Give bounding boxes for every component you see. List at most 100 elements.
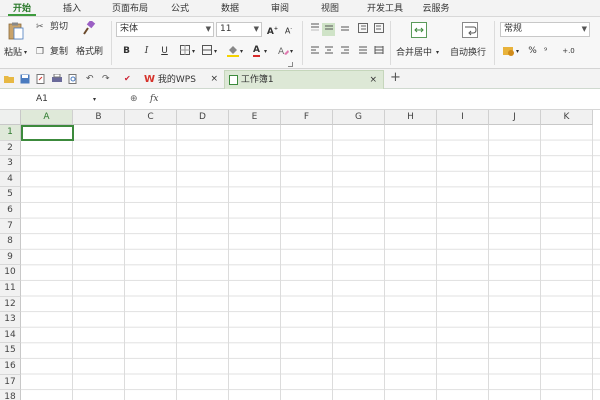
fill-color-button[interactable] [226,45,239,58]
number-format-select[interactable]: 常规 ▼ [500,22,590,37]
format-painter-brush[interactable] [82,19,98,37]
font-name-select[interactable]: 宋体 ▼ [116,22,214,37]
column-header-k[interactable]: K [541,110,593,125]
align-top-button[interactable] [308,23,321,36]
menu-tab-data[interactable]: 数据 [216,2,244,16]
column-header-j[interactable]: J [489,110,541,125]
menu-tab-page-layout[interactable]: 页面布局 [104,2,156,16]
row-header-7[interactable]: 7 [0,218,21,235]
merge-center-button[interactable]: 合并居中 ▾ [394,20,446,66]
increase-indent-button[interactable] [372,23,385,36]
save-icon[interactable] [20,74,30,84]
column-header-e[interactable]: E [229,110,281,125]
row-header-8[interactable]: 8 [0,234,21,250]
decrease-indent-button[interactable] [356,23,369,36]
menu-tab-formula[interactable]: 公式 [166,2,194,16]
percent-button[interactable]: % [526,45,539,58]
menu-tab-view[interactable]: 视图 [316,2,344,16]
align-bottom-button[interactable] [338,23,351,36]
paste-dropdown-icon[interactable]: ▾ [24,47,27,59]
chevron-down-icon[interactable]: ▾ [214,46,217,58]
justify-button[interactable] [356,45,369,58]
column-header-c[interactable]: C [125,110,177,125]
chevron-down-icon[interactable]: ▾ [192,46,195,58]
customize-quick-access-icon[interactable]: ✔ [124,73,131,85]
tab-close-icon[interactable]: × [210,70,218,89]
chevron-down-icon[interactable]: ▾ [264,46,267,58]
font-group-launcher[interactable] [288,62,293,67]
column-header-g[interactable]: G [333,110,385,125]
currency-button[interactable] [502,45,515,58]
new-tab-button[interactable]: + [390,71,401,84]
align-right-button[interactable] [338,45,351,58]
align-left-button[interactable] [308,45,321,58]
open-folder-icon[interactable] [4,74,14,84]
align-center-button[interactable] [322,45,335,58]
row-header-1[interactable]: 1 [0,125,21,141]
cell-area[interactable] [21,125,600,400]
menu-tab-review[interactable]: 审阅 [266,2,294,16]
row-header-18[interactable]: 18 [0,390,21,400]
fx-icon[interactable]: fx [150,93,158,105]
italic-button[interactable]: I [140,45,153,58]
row-header-6[interactable]: 6 [0,203,21,219]
border-button[interactable] [178,45,191,58]
wrap-text-button[interactable]: 自动换行 [448,20,492,66]
column-header-d[interactable]: D [177,110,229,125]
column-header-a[interactable]: A [21,110,73,125]
menu-tab-cloud[interactable]: 云服务 [418,2,454,16]
column-header-i[interactable]: I [437,110,489,125]
select-all-corner[interactable] [0,110,21,125]
row-header-11[interactable]: 11 [0,281,21,297]
thousands-separator-icon[interactable]: ⁹ [544,45,547,57]
row-header-16[interactable]: 16 [0,359,21,375]
underline-button[interactable]: U [158,45,171,58]
copy-button[interactable]: ❐ 复制 [36,46,76,60]
row-header-3[interactable]: 3 [0,156,21,172]
font-size-select[interactable]: 11 ▼ [216,22,262,37]
chevron-down-icon[interactable]: ▾ [93,92,96,107]
print-icon[interactable] [52,74,62,84]
menu-tab-insert[interactable]: 插入 [58,2,86,16]
column-header-b[interactable]: B [73,110,125,125]
chevron-down-icon[interactable]: ▾ [290,46,293,58]
row-header-4[interactable]: 4 [0,171,21,188]
active-cell-a1[interactable] [21,125,74,141]
paste-button[interactable]: 粘贴 ▾ [2,20,32,66]
increase-decimal-button[interactable]: +.0 [562,45,575,58]
zoom-icon[interactable]: ⊕ [130,93,138,105]
chevron-down-icon[interactable]: ▾ [516,46,519,58]
redo-icon[interactable]: ↷ [102,73,110,85]
font-color-button[interactable]: A [250,44,263,57]
menu-tab-developer[interactable]: 开发工具 [360,2,410,16]
row-header-13[interactable]: 13 [0,312,21,328]
cut-button[interactable]: ✂ 剪切 [36,21,76,35]
tab-workbook1[interactable]: 工作簿1 × [224,70,384,89]
align-middle-button[interactable] [322,23,335,36]
distributed-button[interactable] [372,45,385,58]
export-pdf-icon[interactable] [36,74,46,84]
row-header-14[interactable]: 14 [0,327,21,344]
merge-border-button[interactable] [200,45,213,58]
tab-my-wps[interactable]: W 我的WPS × [140,70,224,89]
row-header-17[interactable]: 17 [0,374,21,391]
undo-icon[interactable]: ↶ [86,73,94,85]
row-header-5[interactable]: 5 [0,187,21,203]
row-header-10[interactable]: 10 [0,265,21,281]
format-painter-button[interactable]: 格式刷 [76,46,108,60]
row-header-9[interactable]: 9 [0,249,21,266]
grow-font-button[interactable]: A+ [266,23,279,37]
shrink-font-button[interactable]: A- [282,23,295,36]
tab-close-icon[interactable]: × [369,71,377,90]
chevron-down-icon[interactable]: ▾ [240,46,243,58]
row-header-15[interactable]: 15 [0,343,21,359]
menu-tab-start[interactable]: 开始 [8,2,36,16]
bold-button[interactable]: B [120,45,133,58]
row-header-2[interactable]: 2 [0,140,21,157]
column-header-h[interactable]: H [385,110,437,125]
print-preview-icon[interactable] [68,74,78,84]
clear-format-button[interactable]: A [276,45,289,58]
column-header-f[interactable]: F [281,110,333,125]
row-header-12[interactable]: 12 [0,296,21,313]
name-box[interactable]: A1 ▾ [2,92,98,107]
